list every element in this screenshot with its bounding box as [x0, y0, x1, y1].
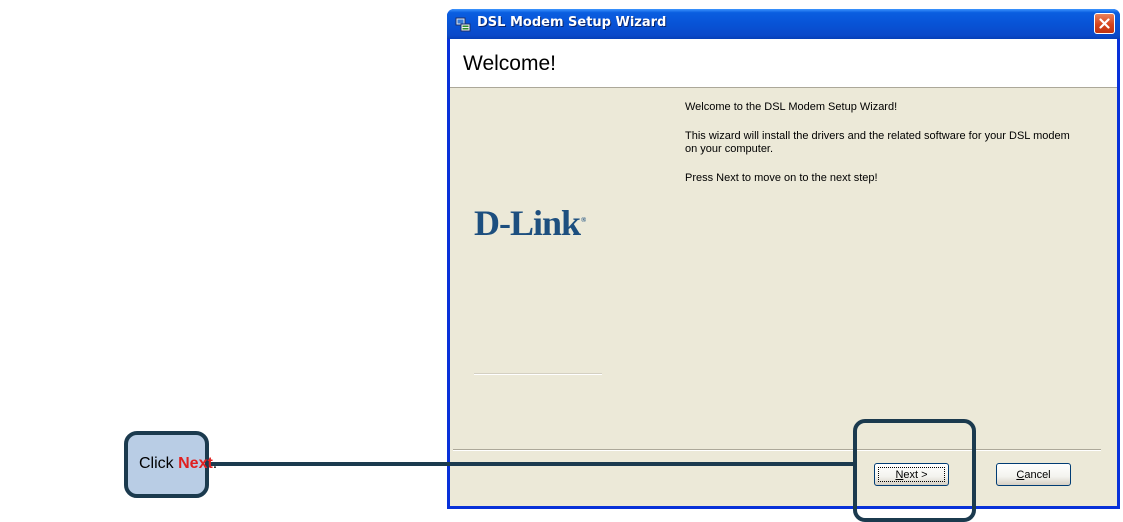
cancel-label: ancel	[1024, 468, 1051, 481]
wizard-body-text: Welcome to the DSL Modem Setup Wizard! T…	[685, 101, 1085, 201]
callout-text: Click Next.	[139, 455, 217, 473]
cancel-mnemonic: C	[1016, 468, 1025, 481]
wizard-client-area: Welcome! D-Link® Welcome to the DSL Mode…	[450, 39, 1117, 506]
next-mnemonic: N	[895, 468, 904, 481]
title-bar[interactable]: DSL Modem Setup Wizard	[447, 9, 1120, 39]
wizard-header: Welcome!	[450, 39, 1117, 88]
description-message: This wizard will install the drivers and…	[685, 130, 1070, 155]
logo-text: D-Link	[474, 203, 581, 243]
callout-emphasis: Next	[178, 455, 213, 472]
window-title: DSL Modem Setup Wizard	[477, 15, 667, 30]
logo-trademark: ®	[581, 216, 586, 224]
setup-wizard-icon	[455, 17, 471, 32]
button-divider	[453, 449, 1101, 451]
close-button[interactable]	[1094, 13, 1115, 34]
page-title: Welcome!	[463, 52, 556, 75]
logo-divider	[474, 373, 602, 375]
welcome-message: Welcome to the DSL Modem Setup Wizard!	[685, 101, 898, 113]
setup-wizard-window: DSL Modem Setup Wizard Welcome! D-Link® …	[447, 9, 1120, 509]
next-label: ext >	[903, 468, 928, 481]
callout-prefix: Click	[139, 455, 179, 472]
callout-suffix: .	[212, 455, 218, 472]
close-icon	[1099, 18, 1110, 29]
cancel-button[interactable]: Cancel	[996, 463, 1071, 486]
next-button[interactable]: Next >	[874, 463, 949, 486]
d-link-logo: D-Link®	[474, 202, 586, 244]
callout-connector-line	[209, 462, 855, 466]
instruction-message: Press Next to move on to the next step!	[685, 172, 878, 184]
